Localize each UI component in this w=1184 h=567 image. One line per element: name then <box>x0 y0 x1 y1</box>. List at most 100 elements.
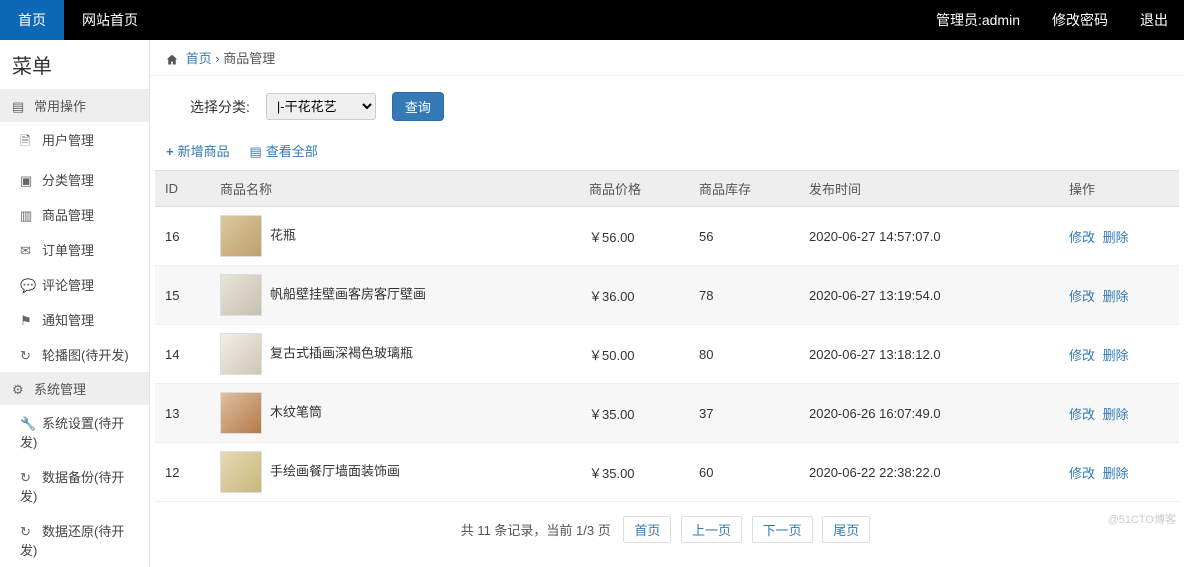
cell-price: ￥50.00 <box>579 325 689 384</box>
query-button[interactable]: 查询 <box>392 92 444 121</box>
bars-icon: ▥ <box>20 208 36 224</box>
admin-label[interactable]: 管理员:admin <box>920 10 1036 30</box>
cell-price: ￥36.00 <box>579 266 689 325</box>
table-row: 16花瓶￥56.00562020-06-27 14:57:07.0修改 删除 <box>155 207 1179 266</box>
product-name-text: 木纹笔筒 <box>270 404 322 419</box>
gear-icon: ⚙ <box>12 382 28 398</box>
cell-name: 花瓶 <box>210 207 579 266</box>
pagination: 共 11 条记录，当前 1/3 页 首页 上一页 下一页 尾页 <box>150 502 1184 549</box>
product-thumbnail <box>220 451 262 493</box>
logout-link[interactable]: 退出 <box>1124 10 1184 30</box>
page-last-button[interactable]: 尾页 <box>822 516 870 543</box>
list-icon: ▣ <box>20 173 36 189</box>
edit-link[interactable]: 修改 <box>1069 289 1095 304</box>
cell-pubtime: 2020-06-27 13:18:12.0 <box>799 325 1059 384</box>
delete-link[interactable]: 删除 <box>1103 230 1129 245</box>
product-name-text: 复古式插画深褐色玻璃瓶 <box>270 345 413 360</box>
sidebar-item-order-mgmt[interactable]: ✉订单管理 <box>0 232 149 267</box>
cell-id: 13 <box>155 384 210 443</box>
refresh-icon: ↻ <box>20 348 36 364</box>
sidebar-item-carousel[interactable]: ↻轮播图(待开发) <box>0 337 149 372</box>
col-stock: 商品库存 <box>689 171 799 207</box>
sidebar-item-user-mgmt[interactable]: 🗎用户管理 <box>0 122 149 162</box>
col-id: ID <box>155 171 210 207</box>
product-thumbnail <box>220 274 262 316</box>
cell-id: 16 <box>155 207 210 266</box>
menu-section-system[interactable]: ⚙系统管理 <box>0 372 149 405</box>
table-row: 12手绘画餐厅墙面装饰画￥35.00602020-06-22 22:38:22.… <box>155 443 1179 502</box>
filter-row: 选择分类: |-干花花艺 查询 <box>150 76 1184 137</box>
file-icon: 🗎 <box>20 132 36 154</box>
cell-pubtime: 2020-06-22 22:38:22.0 <box>799 443 1059 502</box>
menu-section-common[interactable]: ▤常用操作 <box>0 89 149 122</box>
product-name-text: 手绘画餐厅墙面装饰画 <box>270 463 400 478</box>
top-navbar: 首页 网站首页 管理员:admin 修改密码 退出 <box>0 0 1184 40</box>
cell-stock: 78 <box>689 266 799 325</box>
cell-id: 15 <box>155 266 210 325</box>
tab-site-home[interactable]: 网站首页 <box>64 0 156 40</box>
edit-link[interactable]: 修改 <box>1069 407 1095 422</box>
delete-link[interactable]: 删除 <box>1103 289 1129 304</box>
change-password-link[interactable]: 修改密码 <box>1036 10 1124 30</box>
cell-price: ￥35.00 <box>579 443 689 502</box>
cell-name: 手绘画餐厅墙面装饰画 <box>210 443 579 502</box>
sidebar-item-product-mgmt[interactable]: ▥商品管理 <box>0 197 149 232</box>
wrench-icon: 🔧 <box>20 416 36 432</box>
cell-stock: 37 <box>689 384 799 443</box>
cell-pubtime: 2020-06-27 13:19:54.0 <box>799 266 1059 325</box>
cell-stock: 56 <box>689 207 799 266</box>
edit-link[interactable]: 修改 <box>1069 230 1095 245</box>
page-next-button[interactable]: 下一页 <box>752 516 813 543</box>
delete-link[interactable]: 删除 <box>1103 348 1129 363</box>
cell-name: 帆船壁挂壁画客房客厅壁画 <box>210 266 579 325</box>
refresh-icon: ↻ <box>20 524 36 540</box>
page-prev-button[interactable]: 上一页 <box>681 516 742 543</box>
cell-name: 复古式插画深褐色玻璃瓶 <box>210 325 579 384</box>
col-price: 商品价格 <box>579 171 689 207</box>
home-icon <box>166 51 182 66</box>
cell-id: 12 <box>155 443 210 502</box>
main-content: 首页 › 商品管理 选择分类: |-干花花艺 查询 +新增商品 ▤查看全部 ID… <box>150 40 1184 567</box>
delete-link[interactable]: 删除 <box>1103 407 1129 422</box>
cell-id: 14 <box>155 325 210 384</box>
menu-title: 菜单 <box>0 40 149 89</box>
edit-link[interactable]: 修改 <box>1069 466 1095 481</box>
tab-home[interactable]: 首页 <box>0 0 64 40</box>
watermark: @51CTO博客 <box>1108 511 1176 527</box>
product-table: ID 商品名称 商品价格 商品库存 发布时间 操作 16花瓶￥56.005620… <box>155 170 1179 502</box>
sidebar-item-notice-mgmt[interactable]: ⚑通知管理 <box>0 302 149 337</box>
refresh-icon: ↻ <box>20 470 36 486</box>
comment-icon: 💬 <box>20 278 36 294</box>
edit-link[interactable]: 修改 <box>1069 348 1095 363</box>
sidebar-item-data-restore[interactable]: ↻数据还原(待开发) <box>0 513 149 567</box>
category-select[interactable]: |-干花花艺 <box>266 93 376 120</box>
delete-link[interactable]: 删除 <box>1103 466 1129 481</box>
product-thumbnail <box>220 333 262 375</box>
cell-price: ￥56.00 <box>579 207 689 266</box>
sidebar-item-category-mgmt[interactable]: ▣分类管理 <box>0 162 149 197</box>
sidebar-item-data-backup[interactable]: ↻数据备份(待开发) <box>0 459 149 513</box>
sidebar: 菜单 ▤常用操作 🗎用户管理 ▣分类管理 ▥商品管理 ✉订单管理 💬评论管理 ⚑… <box>0 40 150 567</box>
sidebar-item-comment-mgmt[interactable]: 💬评论管理 <box>0 267 149 302</box>
dashboard-icon: ▤ <box>12 99 28 115</box>
cell-stock: 80 <box>689 325 799 384</box>
list-icon: ▤ <box>250 144 262 159</box>
plus-icon: + <box>166 144 174 159</box>
col-ops: 操作 <box>1059 171 1179 207</box>
cell-ops: 修改 删除 <box>1059 325 1179 384</box>
cell-ops: 修改 删除 <box>1059 384 1179 443</box>
sidebar-item-system-settings[interactable]: 🔧系统设置(待开发) <box>0 405 149 459</box>
table-row: 14 复古式插画深褐色玻璃瓶 ￥50.00802020-06-27 13:18:12… <box>155 325 1179 384</box>
flag-icon: ⚑ <box>20 313 36 329</box>
table-row: 15帆船壁挂壁画客房客厅壁画￥36.00782020-06-27 13:19:5… <box>155 266 1179 325</box>
table-row: 13木纹笔筒￥35.00372020-06-26 16:07:49.0修改 删除 <box>155 384 1179 443</box>
cell-price: ￥35.00 <box>579 384 689 443</box>
cell-ops: 修改 删除 <box>1059 443 1179 502</box>
cell-ops: 修改 删除 <box>1059 266 1179 325</box>
page-first-button[interactable]: 首页 <box>623 516 671 543</box>
breadcrumb-home-link[interactable]: 首页 <box>186 51 212 66</box>
cell-name: 木纹笔筒 <box>210 384 579 443</box>
breadcrumb-current: 商品管理 <box>223 51 275 66</box>
view-all-link[interactable]: ▤查看全部 <box>250 144 318 159</box>
add-product-link[interactable]: +新增商品 <box>166 144 230 159</box>
